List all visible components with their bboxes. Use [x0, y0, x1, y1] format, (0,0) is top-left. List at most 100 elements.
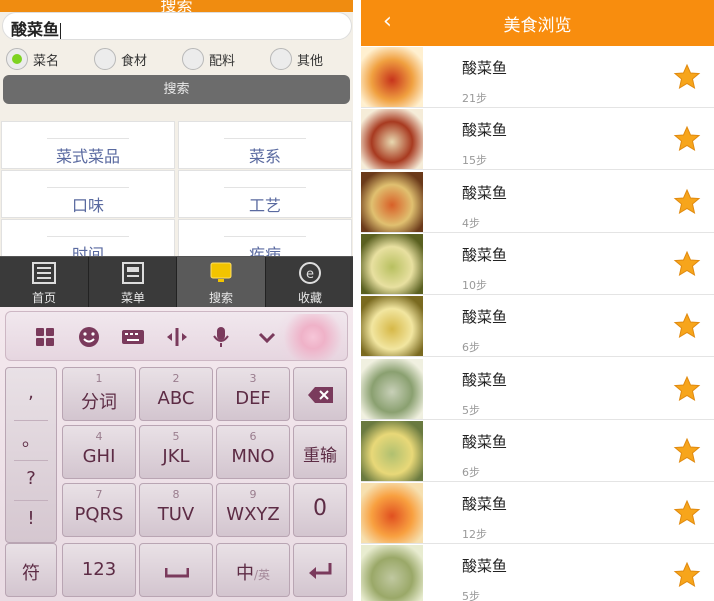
dish-name: 酸菜鱼	[462, 370, 508, 389]
category-taste[interactable]: 口味	[1, 170, 175, 218]
dish-steps: 4步	[462, 216, 480, 230]
search-button[interactable]: 搜索	[3, 75, 350, 104]
radio-label: 菜名	[33, 54, 60, 69]
dish-name: 酸菜鱼	[462, 59, 508, 77]
list-item[interactable]: 酸菜鱼 5步	[361, 544, 714, 601]
header-bar: 搜索	[0, 0, 353, 12]
key-question[interactable]: ?	[6, 468, 56, 489]
backspace-icon	[308, 387, 333, 403]
dish-photo	[361, 233, 423, 294]
list-item[interactable]: 酸菜鱼 12步	[361, 482, 714, 545]
enter-button[interactable]	[293, 543, 347, 597]
star-icon[interactable]	[673, 188, 701, 216]
tab-label: 收藏	[297, 291, 322, 305]
dish-name: 酸菜鱼	[462, 557, 508, 576]
category-technique[interactable]: 工艺	[178, 170, 352, 218]
key-4-ghi[interactable]: 4 GHI	[62, 425, 136, 479]
star-icon[interactable]	[673, 561, 701, 589]
favorite-icon: e	[299, 262, 321, 284]
dish-name: 酸菜鱼	[462, 183, 508, 202]
search-screen: 搜索 酸菜鱼 菜名 食材 配料 其他 搜索 菜式菜品 菜系 口味 工艺 时间 疾…	[0, 0, 353, 601]
key-3-def[interactable]: 3 DEF	[216, 367, 290, 421]
star-icon[interactable]	[673, 250, 701, 278]
space-icon	[165, 568, 189, 578]
dish-steps: 10步	[462, 278, 487, 292]
cursor-move-icon[interactable]	[164, 324, 190, 350]
dish-name: 酸菜鱼	[462, 495, 508, 514]
radio-icon	[270, 48, 292, 70]
keyboard-icon[interactable]	[120, 324, 146, 350]
page-title: 美食浏览	[503, 16, 572, 36]
list-item[interactable]: 酸菜鱼 4步	[361, 170, 714, 233]
dish-photo	[361, 358, 423, 419]
star-icon[interactable]	[673, 499, 701, 527]
backspace-button[interactable]	[293, 367, 347, 421]
tab-label: 菜单	[120, 291, 145, 305]
dish-photo	[361, 171, 423, 232]
star-icon[interactable]	[673, 437, 701, 465]
star-icon[interactable]	[673, 375, 701, 403]
dish-photo	[361, 296, 423, 357]
tab-label: 搜索	[208, 291, 233, 305]
symbol-button[interactable]: 符	[5, 543, 57, 597]
key-period[interactable]: 。	[6, 426, 56, 452]
blossom-decoration	[265, 314, 345, 360]
svg-text:e: e	[306, 267, 314, 282]
star-icon[interactable]	[673, 63, 701, 91]
dish-photo	[361, 109, 423, 170]
key-5-jkl[interactable]: 5 JKL	[139, 425, 213, 479]
enter-icon	[309, 563, 332, 579]
browse-screen: ‹ 美食浏览 酸菜鱼 21步 酸菜鱼 15步 酸菜鱼 4步 酸菜鱼 10步 酸菜鱼 6步 酸菜鱼 5步…	[361, 0, 714, 601]
list-item[interactable]: 酸菜鱼 21步	[361, 46, 714, 108]
microphone-icon[interactable]	[208, 324, 234, 350]
key-0[interactable]: 0	[293, 483, 347, 537]
category-cuisine[interactable]: 菜系	[178, 121, 352, 169]
list-item[interactable]: 酸菜鱼 10步	[361, 232, 714, 295]
text-caret	[60, 22, 62, 39]
dish-photo	[361, 545, 423, 601]
dish-steps: 6步	[462, 341, 480, 355]
key-1-segment[interactable]: 1 分词	[62, 367, 136, 421]
bottom-tab-bar: 首页 菜单 搜索 e 收藏	[0, 256, 353, 307]
star-icon[interactable]	[673, 312, 701, 340]
dish-steps: 5步	[462, 403, 480, 417]
key-9-wxyz[interactable]: 9 WXYZ	[216, 483, 290, 537]
star-icon[interactable]	[673, 125, 701, 153]
punctuation-column[interactable]: , 。 ? !	[5, 367, 57, 543]
radio-label: 配料	[209, 54, 236, 69]
language-switch-button[interactable]: 中/英	[216, 543, 290, 597]
key-8-tuv[interactable]: 8 TUV	[139, 483, 213, 537]
radio-label: 食材	[121, 54, 148, 69]
emoji-icon[interactable]	[76, 324, 102, 350]
key-exclaim[interactable]: !	[6, 508, 56, 529]
category-dish-type[interactable]: 菜式菜品	[1, 121, 175, 169]
tab-favorite[interactable]: e 收藏	[266, 257, 353, 307]
numbers-button[interactable]: 123	[62, 543, 136, 597]
tab-home[interactable]: 首页	[0, 257, 88, 307]
dish-name: 酸菜鱼	[462, 245, 508, 264]
key-6-mno[interactable]: 6 MNO	[216, 425, 290, 479]
tab-menu[interactable]: 菜单	[89, 257, 177, 307]
grid-icon[interactable]	[32, 324, 58, 350]
radio-label: 其他	[297, 54, 324, 69]
dish-name: 酸菜鱼	[462, 121, 508, 140]
dish-steps: 21步	[462, 92, 487, 105]
search-input[interactable]: 酸菜鱼	[2, 12, 352, 40]
key-2-abc[interactable]: 2 ABC	[139, 367, 213, 421]
tab-label: 首页	[31, 291, 56, 305]
reenter-button[interactable]: 重输	[293, 425, 347, 479]
key-7-pqrs[interactable]: 7 PQRS	[62, 483, 136, 537]
search-value: 酸菜鱼	[11, 20, 62, 39]
menu-icon	[122, 262, 144, 284]
monitor-icon	[210, 262, 232, 282]
list-item[interactable]: 酸菜鱼 6步	[361, 295, 714, 358]
soft-keyboard: , 。 ? ! 1 分词 2 ABC 3 DEF 4 GHI 5 JKL 6 MNO 重输 …	[0, 307, 353, 601]
tab-search[interactable]: 搜索	[177, 257, 265, 307]
list-item[interactable]: 酸菜鱼 6步	[361, 419, 714, 482]
dish-steps: 5步	[462, 590, 480, 601]
list-item[interactable]: 酸菜鱼 15步	[361, 108, 714, 171]
list-item[interactable]: 酸菜鱼 5步	[361, 357, 714, 420]
space-bar[interactable]	[139, 543, 213, 597]
dish-photo	[361, 483, 423, 544]
key-comma[interactable]: ,	[6, 382, 56, 403]
